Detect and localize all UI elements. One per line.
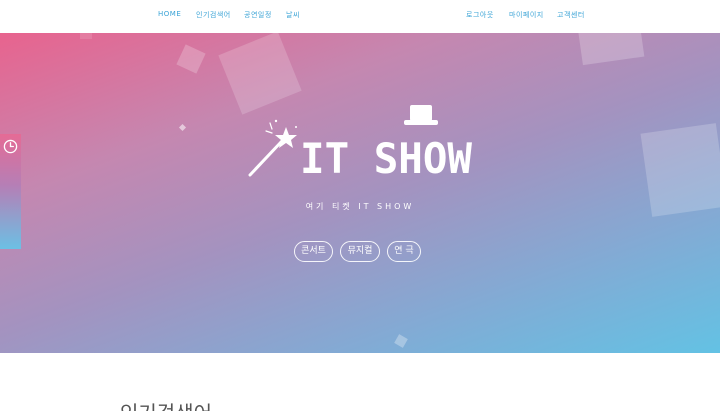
nav-mypage-link[interactable]: 마이페이지 bbox=[509, 10, 544, 20]
section-title: 인기검색어 bbox=[120, 397, 212, 411]
decorative-square bbox=[80, 33, 92, 39]
recent-view-tab[interactable] bbox=[0, 134, 21, 249]
logo-text: IT SHOW bbox=[300, 134, 473, 183]
decorative-square bbox=[577, 33, 645, 66]
nav-weather-link[interactable]: 날씨 bbox=[286, 10, 300, 20]
it-show-logo[interactable]: IT SHOW bbox=[240, 103, 480, 183]
magic-wand-icon bbox=[248, 119, 297, 177]
clock-icon bbox=[3, 139, 18, 154]
nav-popular-search-link[interactable]: 인기검색어 bbox=[196, 10, 231, 20]
hero-banner: IT SHOW 여기 티켓 IT SHOW 콘서트 뮤지컬 연 극 bbox=[0, 33, 720, 353]
nav-logout-link[interactable]: 로그아웃 bbox=[466, 10, 494, 20]
category-theater-button[interactable]: 연 극 bbox=[387, 241, 421, 262]
decorative-square bbox=[176, 44, 206, 74]
category-musical-button[interactable]: 뮤지컬 bbox=[340, 241, 380, 262]
top-nav: HOME 인기검색어 공연일정 날씨 로그아웃 마이페이지 고객센터 bbox=[0, 0, 720, 33]
category-concert-button[interactable]: 콘서트 bbox=[294, 241, 333, 262]
decorative-square bbox=[394, 334, 408, 348]
hero-tagline: 여기 티켓 IT SHOW bbox=[305, 202, 415, 211]
nav-home-link[interactable]: HOME bbox=[158, 10, 181, 18]
decorative-square bbox=[640, 123, 720, 217]
decorative-square bbox=[178, 123, 187, 132]
nav-schedule-link[interactable]: 공연일정 bbox=[244, 10, 272, 20]
top-hat-icon bbox=[404, 105, 438, 125]
nav-customer-center-link[interactable]: 고객센터 bbox=[557, 10, 585, 20]
